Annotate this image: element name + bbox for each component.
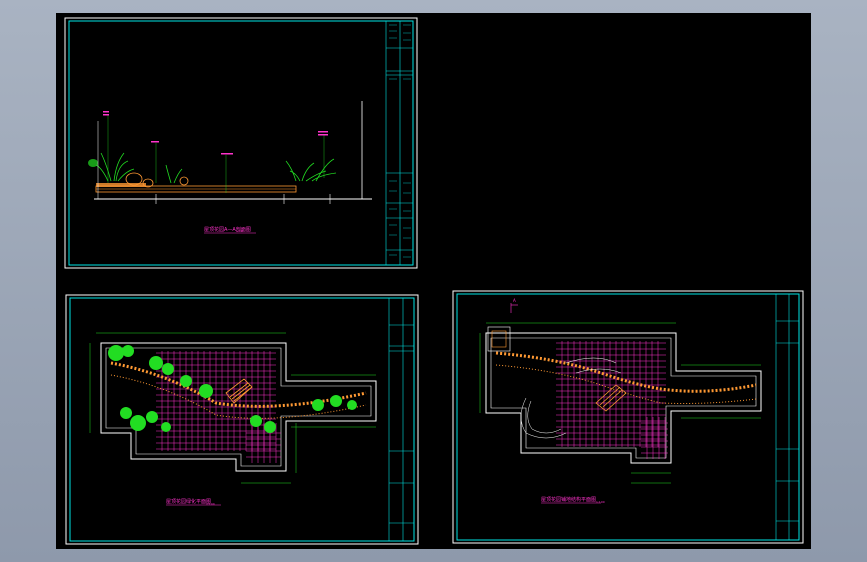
sheet-paving-plan[interactable]: A 屋顶花园铺地结构平面图 1:100 xyxy=(452,290,804,544)
sheet-planting-plan[interactable]: 屋顶花园绿化平面图 1:100 xyxy=(65,294,419,545)
sheet-title-elevation: 屋顶花园A—A剖面图 xyxy=(204,226,251,233)
sheet-title-planting: 屋顶花园绿化平面图 xyxy=(166,498,211,505)
bridge xyxy=(225,378,253,404)
cad-drawing-canvas[interactable]: 屋顶花园A—A剖面图 1:50 屋顶花园绿化平面图 1:100 A 屋顶花园铺地… xyxy=(56,13,811,549)
sheet-scale-paving: 1:100 xyxy=(596,500,605,504)
sheet-title-paving: 屋顶花园铺地结构平面图 xyxy=(541,496,596,503)
paving-grid xyxy=(156,351,281,463)
sheet-scale-elevation: 1:50 xyxy=(236,229,243,233)
drawing-sheets: 屋顶花园A—A剖面图 1:50 屋顶花园绿化平面图 1:100 A 屋顶花园铺地… xyxy=(64,17,804,545)
elevation-section xyxy=(88,101,372,204)
sheet-elevation[interactable]: 屋顶花园A—A剖面图 1:50 xyxy=(64,17,418,269)
sheet-scale-planting: 1:100 xyxy=(206,502,215,506)
section-mark: A xyxy=(513,298,516,303)
title-block xyxy=(385,21,413,265)
